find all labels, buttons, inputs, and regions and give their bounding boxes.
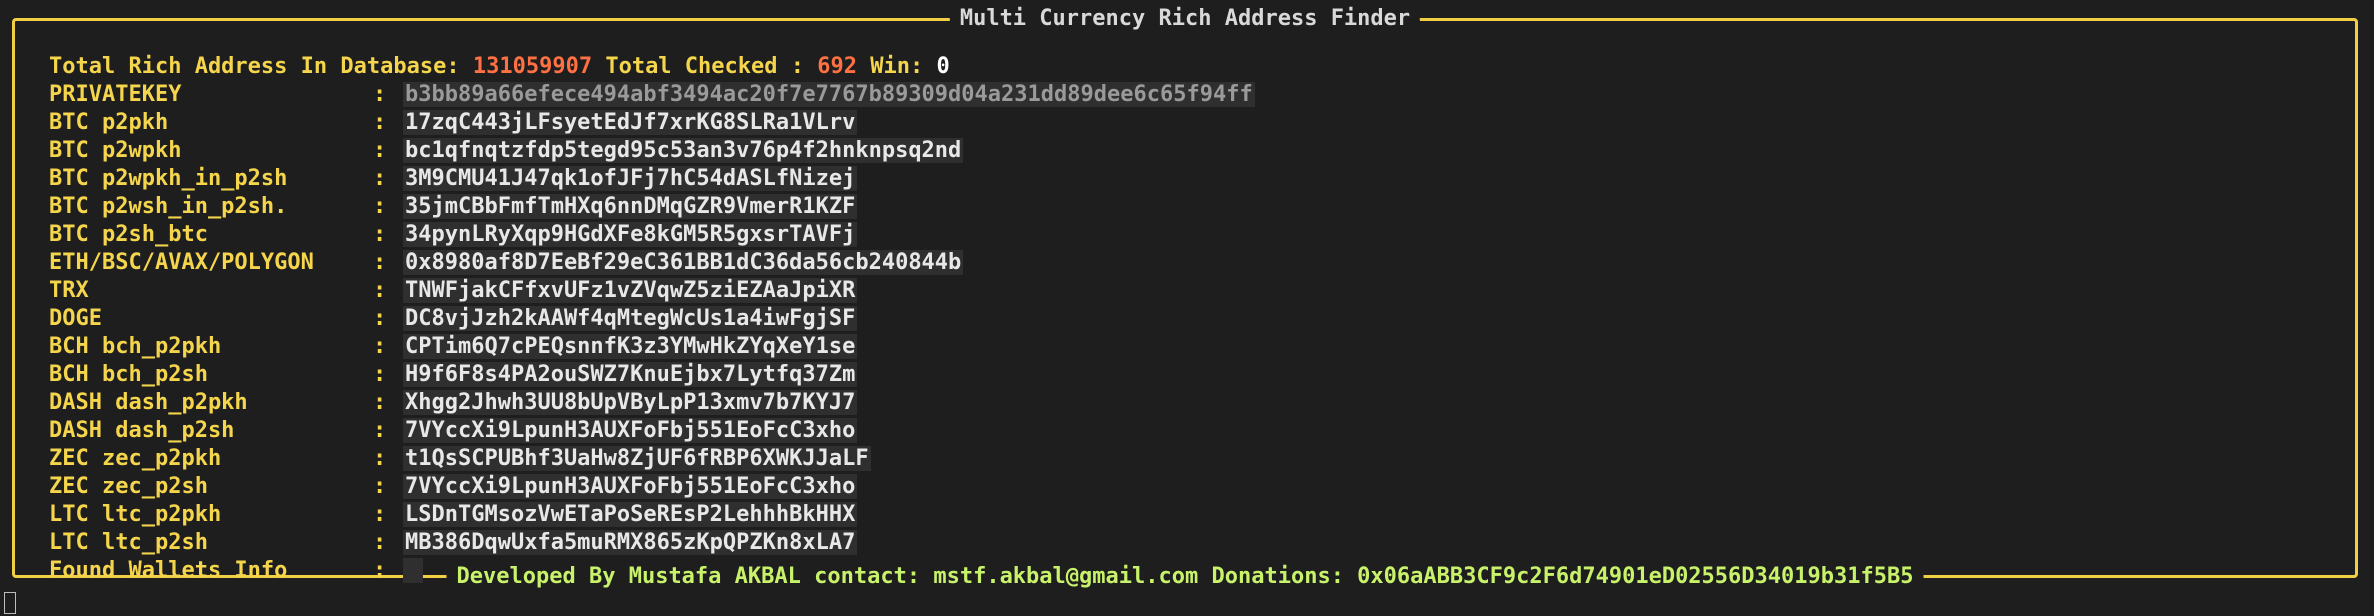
row-label: BTC p2sh_btc <box>49 222 208 247</box>
checked-value: 692 <box>817 54 858 79</box>
win-value: 0 <box>936 54 950 79</box>
row-bch-p2sh: BCH bch_p2sh: H9f6F8s4PA2ouSWZ7KnuEjbx7Ly… <box>49 361 1255 389</box>
row-value[interactable]: 0x8980af8D7EeBf29eC361BB1dC36da56cb24084… <box>403 250 964 275</box>
win-label: Win: <box>870 54 924 79</box>
row-dash-p2sh: DASH dash_p2sh:7VYccXi9LpunH3AUXFoFbj551… <box>49 417 1255 445</box>
row-label: DASH dash_p2pkh <box>49 390 248 415</box>
row-doge: DOGE: DC8vjJzh2kAAWf4qMtegWcUs1a4iwFgjSF <box>49 305 1255 333</box>
row-ltc-p2sh: LTC ltc_p2sh: MB386DqwUxfa5muRMX865zKpQPZ… <box>49 529 1255 557</box>
row-value[interactable]: t1QsSCPUBhf3UaHw8ZjUF6fRBP6XWKJJaLF <box>403 446 871 471</box>
row-separator: : <box>373 138 387 163</box>
row-label: BCH bch_p2pkh <box>49 334 222 359</box>
row-value[interactable]: bc1qfnqtzfdp5tegd95c53an3v76p4f2hnknpsq2… <box>403 138 964 163</box>
row-label: LTC ltc_p2pkh <box>49 502 222 527</box>
row-value[interactable]: TNWFjakCFfxvUFz1vZVqwZ5ziEZAaJpiXR <box>403 278 858 303</box>
row-value[interactable]: 7VYccXi9LpunH3AUXFoFbj551EoFcC3xho <box>403 418 858 443</box>
row-value[interactable]: 34pynLRyXqp9HGdXFe8kGM5R5gxsrTAVFj <box>403 222 858 247</box>
row-label: LTC ltc_p2sh <box>49 530 208 555</box>
row-label: Found Wallets Info <box>49 558 288 583</box>
row-value[interactable]: 17zqC443jLFsyetEdJf7xrKG8SLRa1VLrv <box>403 110 858 135</box>
row-btc-p2wpkh-in-p2sh: BTC p2wpkh_in_p2sh:3M9CMU41J47qk1ofJFj7h… <box>49 165 1255 193</box>
row-separator: : <box>373 250 387 275</box>
row-privatekey: PRIVATEKEY: b3bb89a66efece494abf3494ac20f… <box>49 81 1255 109</box>
row-separator: : <box>373 362 387 387</box>
total-value: 131059907 <box>472 54 593 79</box>
total-label: Total Rich Address In Database: <box>49 54 460 79</box>
row-label: ZEC zec_p2pkh <box>49 446 222 471</box>
row-btc-p2wpkh: BTC p2wpkh: bc1qfnqtzfdp5tegd95c53an3v76p… <box>49 137 1255 165</box>
row-trx: TRX: TNWFjakCFfxvUFz1vZVqwZ5ziEZAaJpiXR <box>49 277 1255 305</box>
row-separator: : <box>373 474 387 499</box>
row-zec-p2pkh: ZEC zec_p2pkh: t1QsSCPUBhf3UaHw8ZjUF6fRBP… <box>49 445 1255 473</box>
row-value[interactable]: Xhgg2Jhwh3UU8bUpVByLpP13xmv7b7KYJ7 <box>403 390 858 415</box>
row-label: ZEC zec_p2sh <box>49 474 208 499</box>
row-separator: : <box>373 502 387 527</box>
row-separator: : <box>373 418 387 443</box>
row-separator: : <box>373 278 387 303</box>
row-label: BTC p2pkh <box>49 110 169 135</box>
checked-label: Total Checked : <box>605 54 805 79</box>
row-separator: : <box>373 110 387 135</box>
row-dash-p2pkh: DASH dash_p2pkh: Xhgg2Jhwh3UU8bUpVByLpP13… <box>49 389 1255 417</box>
window-title: Multi Currency Rich Address Finder <box>949 5 1421 33</box>
row-separator: : <box>373 530 387 555</box>
row-label: BTC p2wpkh <box>49 138 182 163</box>
row-label: TRX <box>49 278 89 303</box>
row-label: BTC p2wpkh_in_p2sh <box>49 166 288 191</box>
row-bch-p2pkh: BCH bch_p2pkh: CPTim6Q7cPEQsnnfK3z3YMwHkZ… <box>49 333 1255 361</box>
content-area: Total Rich Address In Database: 13105990… <box>49 53 1255 585</box>
row-separator: : <box>373 558 387 583</box>
row-label: ETH/BSC/AVAX/POLYGON <box>49 250 314 275</box>
terminal-cursor <box>4 592 16 614</box>
row-label: DASH dash_p2sh <box>49 418 235 443</box>
row-btc-p2wsh-in-p2sh: BTC p2wsh_in_p2sh.:35jmCBbFmfTmHXq6nnDMq… <box>49 193 1255 221</box>
row-value[interactable] <box>403 558 423 583</box>
row-value[interactable]: 3M9CMU41J47qk1ofJFj7hC54dASLfNizej <box>403 166 858 191</box>
row-separator: : <box>373 446 387 471</box>
row-label: BTC p2wsh_in_p2sh. <box>49 194 288 219</box>
row-separator: : <box>373 334 387 359</box>
row-separator: : <box>373 390 387 415</box>
row-value[interactable]: MB386DqwUxfa5muRMX865zKpQPZKn8xLA7 <box>403 530 858 555</box>
row-value[interactable]: 35jmCBbFmfTmHXq6nnDMqGZR9VmerR1KZF <box>403 194 858 219</box>
row-zec-p2sh: ZEC zec_p2sh:7VYccXi9LpunH3AUXFoFbj551Eo… <box>49 473 1255 501</box>
terminal-frame: Multi Currency Rich Address Finder Total… <box>12 5 2358 591</box>
row-label: DOGE <box>49 306 102 331</box>
footer-credits: Developed By Mustafa AKBAL contact: mstf… <box>446 563 1924 591</box>
row-separator: : <box>373 194 387 219</box>
row-separator: : <box>373 166 387 191</box>
row-value[interactable]: CPTim6Q7cPEQsnnfK3z3YMwHkZYqXeY1se <box>403 334 858 359</box>
row-value[interactable]: LSDnTGMsozVwETaPoSeREsP2LehhhBkHHX <box>403 502 858 527</box>
row-btc-p2pkh: BTC p2pkh:17zqC443jLFsyetEdJf7xrKG8SLRa1… <box>49 109 1255 137</box>
row-ltc-p2pkh: LTC ltc_p2pkh: LSDnTGMsozVwETaPoSeREsP2Le… <box>49 501 1255 529</box>
row-value[interactable]: b3bb89a66efece494abf3494ac20f7e7767b8930… <box>403 82 1255 107</box>
row-separator: : <box>373 222 387 247</box>
row-label: PRIVATEKEY <box>49 82 182 107</box>
row-value[interactable]: DC8vjJzh2kAAWf4qMtegWcUs1a4iwFgjSF <box>403 306 858 331</box>
stats-line: Total Rich Address In Database: 13105990… <box>49 53 1255 81</box>
row-value[interactable]: H9f6F8s4PA2ouSWZ7KnuEjbx7Lytfq37Zm <box>403 362 858 387</box>
row-separator: : <box>373 306 387 331</box>
row-label: BCH bch_p2sh <box>49 362 208 387</box>
row-eth: ETH/BSC/AVAX/POLYGON:0x8980af8D7EeBf29eC… <box>49 249 1255 277</box>
row-btc-p2sh-btc: BTC p2sh_btc:34pynLRyXqp9HGdXFe8kGM5R5gx… <box>49 221 1255 249</box>
row-separator: : <box>373 82 387 107</box>
row-value[interactable]: 7VYccXi9LpunH3AUXFoFbj551EoFcC3xho <box>403 474 858 499</box>
